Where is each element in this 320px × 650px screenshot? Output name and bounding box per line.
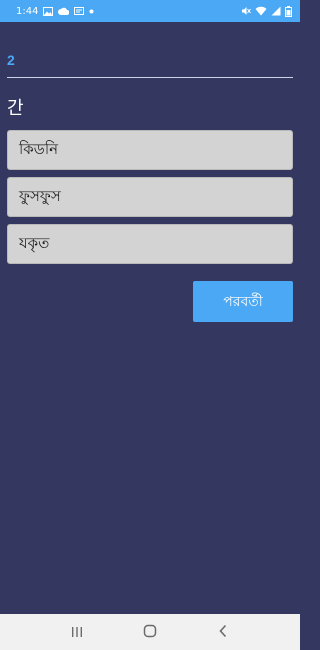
back-icon bbox=[218, 623, 228, 642]
option-label: যকৃত bbox=[19, 233, 50, 252]
battery-icon bbox=[285, 5, 292, 17]
next-button-label: পরবর্তী bbox=[223, 293, 263, 310]
mute-icon bbox=[241, 6, 251, 16]
question-text: 간 bbox=[7, 98, 24, 119]
option-button-1[interactable]: কিডনি bbox=[7, 130, 293, 170]
option-label: ফুসফুস bbox=[19, 186, 61, 205]
option-button-2[interactable]: ফুসফুস bbox=[7, 177, 293, 217]
divider bbox=[7, 77, 293, 78]
notification-icon bbox=[74, 7, 85, 15]
status-bar: 1:44 bbox=[0, 0, 300, 22]
cloud-icon bbox=[58, 7, 70, 15]
recent-apps-icon bbox=[71, 623, 83, 642]
recent-apps-button[interactable] bbox=[57, 617, 97, 647]
option-label: কিডনি bbox=[19, 139, 59, 158]
back-button[interactable] bbox=[203, 617, 243, 647]
image-icon bbox=[43, 6, 54, 16]
next-button[interactable]: পরবর্তী bbox=[193, 281, 293, 322]
question-number: 2 bbox=[7, 52, 15, 68]
dot-icon bbox=[89, 9, 94, 14]
status-right bbox=[241, 5, 292, 17]
status-time: 1:44 bbox=[16, 5, 39, 17]
home-icon bbox=[143, 623, 157, 642]
home-button[interactable] bbox=[130, 617, 170, 647]
signal-icon bbox=[271, 6, 281, 16]
navigation-bar bbox=[0, 614, 300, 650]
option-button-3[interactable]: যকৃত bbox=[7, 224, 293, 264]
wifi-icon bbox=[255, 6, 267, 16]
status-left: 1:44 bbox=[16, 6, 94, 17]
